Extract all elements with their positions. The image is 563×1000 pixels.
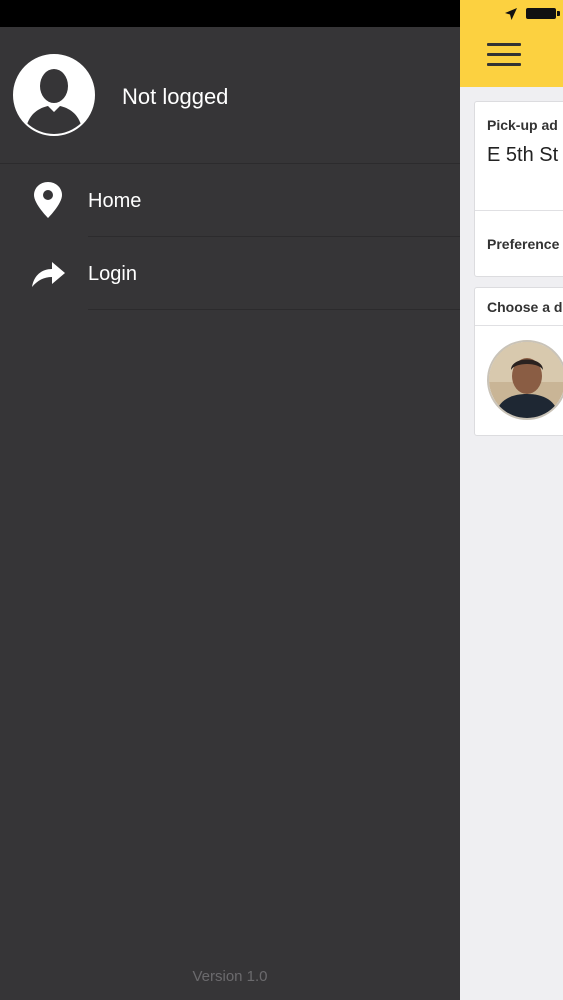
divider <box>475 325 563 326</box>
menu-icon[interactable] <box>487 43 521 67</box>
driver-avatar[interactable] <box>487 340 563 420</box>
app-screen: Not logged Home Login Version 1.0 Pick-u… <box>0 0 563 1000</box>
pickup-label: Pick-up ad <box>487 117 558 133</box>
battery-tip <box>557 11 560 16</box>
version-label: Version 1.0 <box>192 968 268 985</box>
avatar <box>13 54 95 136</box>
menu-item-label: Home <box>88 190 142 212</box>
side-drawer: Not logged Home Login Version 1.0 <box>0 0 460 1000</box>
menu-item-home[interactable]: Home <box>0 164 460 237</box>
profile-header[interactable]: Not logged <box>0 27 460 164</box>
pickup-card[interactable]: Pick-up ad E 5th St Preference <box>474 101 563 277</box>
choose-label: Choose a d <box>487 299 563 315</box>
driver-portrait-image <box>489 342 563 418</box>
divider <box>475 210 563 211</box>
status-icons <box>504 6 563 22</box>
main-content: Pick-up ad E 5th St Preference Choose a … <box>460 0 563 1000</box>
status-bar <box>0 0 460 27</box>
share-arrow-icon <box>32 262 65 287</box>
divider <box>88 309 460 310</box>
battery-icon <box>526 8 556 19</box>
top-bar <box>460 0 563 87</box>
preferences-label[interactable]: Preference <box>487 236 559 252</box>
profile-name: Not logged <box>122 84 229 109</box>
menu-item-login[interactable]: Login <box>0 237 460 310</box>
menu-item-label: Login <box>88 263 137 285</box>
location-arrow-icon <box>505 8 517 20</box>
user-silhouette-icon <box>15 56 93 134</box>
choose-driver-card: Choose a d <box>474 287 563 436</box>
pickup-address[interactable]: E 5th St <box>487 144 558 167</box>
map-pin-icon <box>34 182 62 218</box>
